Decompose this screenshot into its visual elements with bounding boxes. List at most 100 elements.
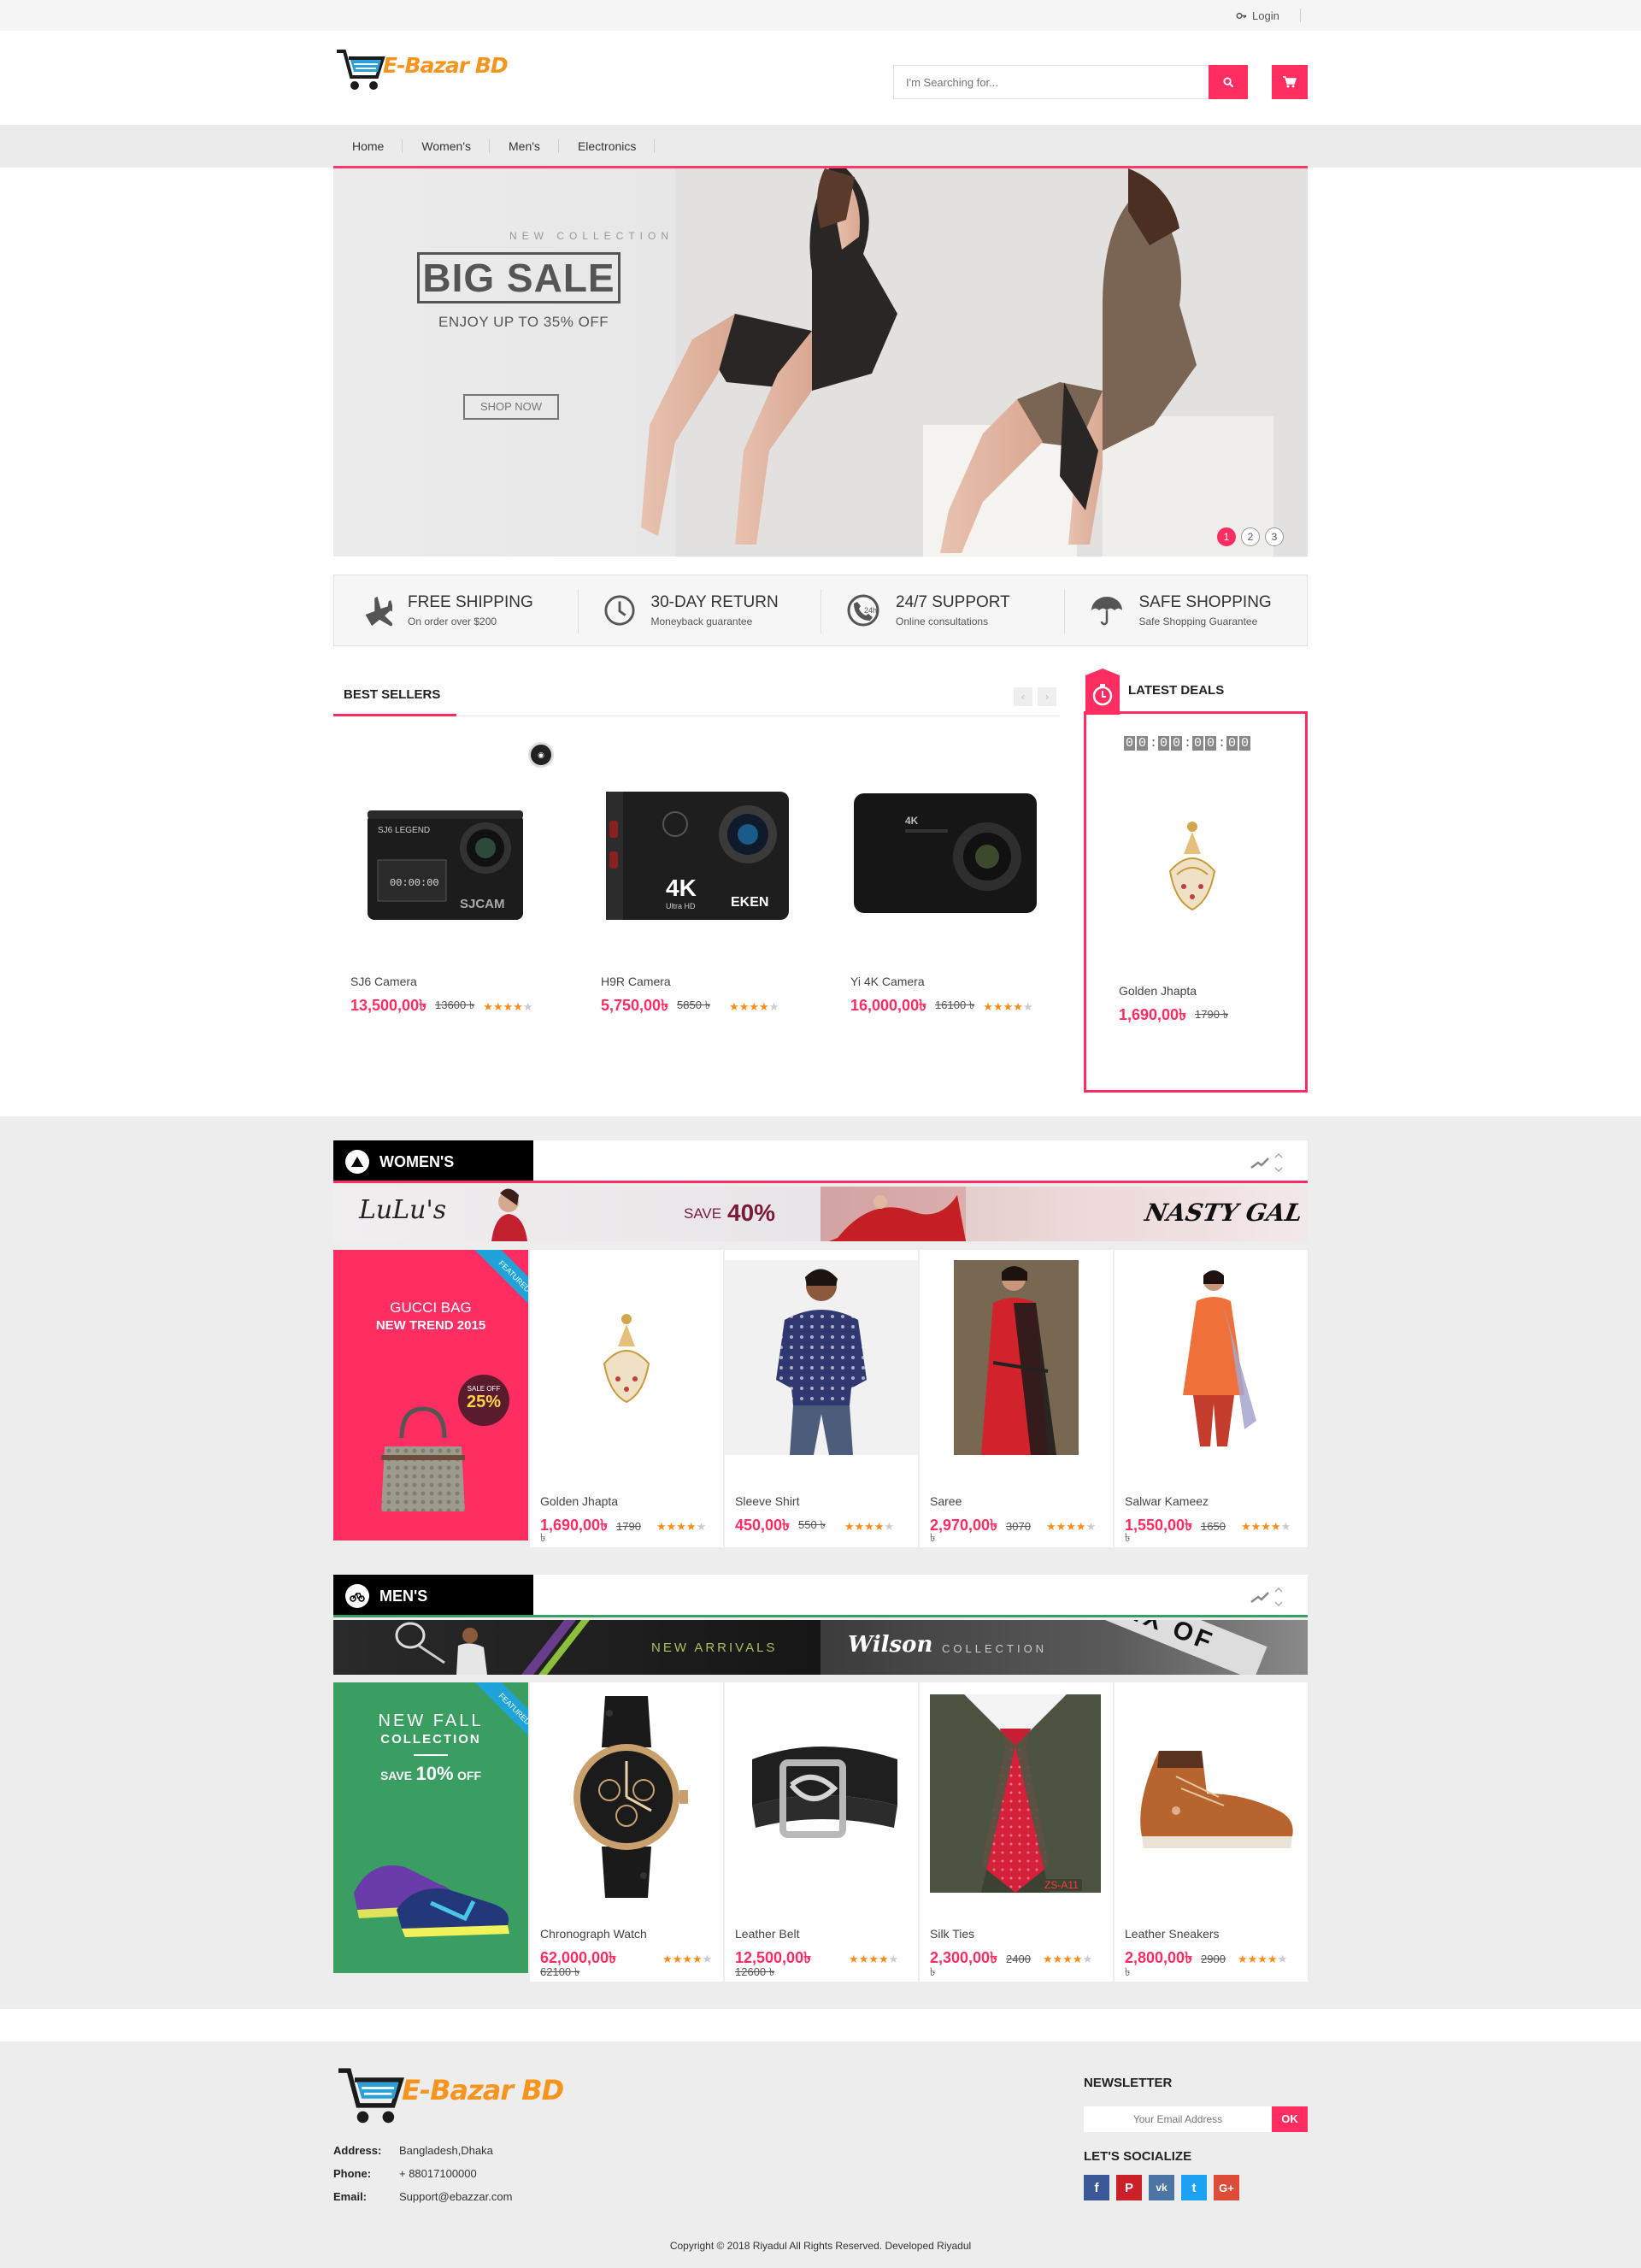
mens-tab[interactable]: MEN'S	[333, 1575, 533, 1617]
product-name[interactable]: Sleeve Shirt	[735, 1494, 799, 1508]
product-name[interactable]: Golden Jhapta	[540, 1494, 618, 1508]
product-name[interactable]: Silk Ties	[930, 1927, 974, 1941]
feature-sub: Safe Shopping Guarantee	[1138, 616, 1258, 627]
site-footer: E-Bazar BD Address: Bangladesh,Dhaka Pho…	[0, 2041, 1641, 2268]
footer-brand-name: E-Bazar BD	[402, 2074, 564, 2106]
site-logo[interactable]: E-Bazar BD	[335, 46, 509, 94]
pinterest-icon[interactable]: P	[1116, 2175, 1142, 2200]
product-price: 1,690,00৳	[1119, 1006, 1187, 1023]
nav-item-womens[interactable]: Women's	[403, 125, 490, 168]
shop-now-button[interactable]: SHOP NOW	[463, 394, 559, 420]
womens-banner[interactable]: LuLu's SAVE 40% NASTY GAL	[333, 1187, 1308, 1241]
newsletter-title: NEWSLETTER	[1084, 2076, 1173, 2090]
next-arrow-button[interactable]: ›	[1038, 687, 1056, 706]
slider-dot-1[interactable]: 1	[1217, 527, 1236, 546]
badge-icon: ◉	[528, 742, 554, 768]
newsletter-ok-button[interactable]: OK	[1272, 2106, 1308, 2132]
best-sellers-header: BEST SELLERS ‹ ›	[333, 680, 1060, 716]
product-card[interactable]: Leather Sneakers 2,800,00৳ 2900 ★★★★★ ৳	[1115, 1682, 1308, 1982]
nav-item-mens[interactable]: Men's	[490, 125, 559, 168]
feature-support: 24h 24/7 SUPPORT Online consultations	[820, 575, 1064, 645]
rating-stars-icon: ★★★★★	[844, 1519, 895, 1533]
product-card[interactable]: Sleeve Shirt 450,00৳ 550 ৳ ★★★★★	[725, 1250, 918, 1547]
footer-logo[interactable]: E-Bazar BD	[335, 2064, 564, 2129]
product-card[interactable]: Leather Belt 12,500,00৳ ★★★★★ 12600 ৳	[725, 1682, 918, 1982]
svg-text:SJ6 LEGEND: SJ6 LEGEND	[378, 826, 430, 835]
product-name[interactable]: SJ6 Camera	[350, 975, 417, 988]
product-image-chronograph-watch	[573, 1696, 688, 1898]
product-image-saree	[954, 1260, 1079, 1455]
search-button[interactable]	[1209, 65, 1248, 99]
product-name[interactable]: Leather Sneakers	[1125, 1927, 1220, 1941]
product-old-price: 1650	[1201, 1520, 1226, 1533]
product-image-h9r-camera: 4K Ultra HD EKEN	[606, 792, 789, 920]
promo-line-1: GUCCI BAG	[390, 1299, 472, 1316]
banner-new-arrivals: NEW ARRIVALS	[651, 1641, 778, 1655]
rating-stars-icon: ★★★★★	[656, 1519, 707, 1533]
product-name[interactable]: Chronograph Watch	[540, 1927, 647, 1941]
womens-title: WOMEN'S	[379, 1152, 455, 1170]
womens-section-header: WOMEN'S	[333, 1140, 1308, 1183]
product-name[interactable]: Leather Belt	[735, 1927, 800, 1941]
banner-brand-wilson: Wilson	[848, 1632, 933, 1658]
feature-title: 30-DAY RETURN	[650, 593, 779, 611]
nav-item-home[interactable]: Home	[333, 125, 403, 168]
search-input[interactable]	[893, 65, 1209, 99]
vk-icon[interactable]: vk	[1149, 2175, 1174, 2200]
feature-title: SAFE SHOPPING	[1138, 593, 1272, 611]
sort-toggle-icon[interactable]	[1248, 1585, 1285, 1609]
product-name[interactable]: Yi 4K Camera	[850, 975, 925, 988]
banner-stripes	[521, 1620, 590, 1675]
hero-slider: NEW COLLECTION BIG SALE ENJOY UP TO 35% …	[333, 168, 1308, 557]
prev-arrow-button[interactable]: ‹	[1014, 687, 1032, 706]
product-name[interactable]: Golden Jhapta	[1119, 984, 1197, 998]
cart-icon	[1283, 76, 1297, 88]
svg-text:00:00:00: 00:00:00	[390, 877, 439, 889]
email-value[interactable]: Support@ebazzar.com	[399, 2190, 512, 2203]
product-old-price: 5850 ৳	[677, 999, 711, 1011]
cart-logo-icon	[337, 50, 385, 90]
feature-sub: Moneyback guarantee	[650, 616, 753, 627]
product-name[interactable]: H9R Camera	[601, 975, 671, 988]
hero-kicker: NEW COLLECTION	[509, 230, 674, 242]
feature-sub: On order over $200	[408, 616, 497, 627]
banner-brand-right: NASTY GAL	[1143, 1199, 1305, 1227]
product-card[interactable]: 4K Ultra HD EKEN H9R Camera 5,750,00৳ 58…	[592, 735, 815, 1017]
countdown-digit: 0	[1205, 736, 1216, 751]
product-name[interactable]: Saree	[930, 1494, 962, 1508]
product-name[interactable]: Salwar Kameez	[1125, 1494, 1209, 1508]
product-card[interactable]: ◉ SJ6 LEGEND 00:00:00 SJCAM SJ6 Camera 1…	[342, 735, 564, 1017]
nav-item-electronics[interactable]: Electronics	[559, 125, 656, 168]
facebook-icon[interactable]: f	[1084, 2175, 1109, 2200]
product-card[interactable]: Chronograph Watch 62,000,00৳ ★★★★★ 62100…	[530, 1682, 723, 1982]
product-card[interactable]: 4K Yi 4K Camera 16,000,00৳ 16100 ৳ ★★★★★	[842, 735, 1064, 1017]
promo-save: SAVE	[379, 1769, 413, 1782]
cart-button[interactable]	[1272, 65, 1308, 99]
top-bar: Login	[0, 0, 1641, 31]
newsletter-email-input[interactable]	[1084, 2106, 1272, 2132]
womens-tab[interactable]: WOMEN'S	[333, 1140, 533, 1183]
key-icon	[1236, 12, 1247, 19]
slider-dot-2[interactable]: 2	[1241, 527, 1260, 546]
sort-toggle-icon[interactable]	[1248, 1151, 1285, 1175]
product-card[interactable]: ZS-A11 Silk Ties 2,300,00৳ 2400 ★★★★★ ৳	[920, 1682, 1113, 1982]
site-header: E-Bazar BD	[0, 31, 1641, 125]
product-card[interactable]: Golden Jhapta 1,690,00৳ 1790 ★★★★★ ৳	[530, 1250, 723, 1547]
countdown-digit: 0	[1226, 736, 1238, 751]
mens-banner[interactable]: NEW ARRIVALS Wilson COLLECTION SIX OF	[333, 1620, 1308, 1675]
womens-promo-card[interactable]: GUCCI BAG NEW TREND 2015 SALE OFF 25% FE…	[333, 1250, 528, 1540]
product-image-salwar-kameez	[1183, 1270, 1256, 1446]
login-link[interactable]: Login	[1236, 9, 1301, 22]
slider-dot-3[interactable]: 3	[1265, 527, 1284, 546]
mens-promo-card[interactable]: NEW FALL COLLECTION SAVE 10% OFF FEATURE…	[333, 1682, 528, 1973]
banner-tennis-image	[395, 1622, 487, 1675]
promo-line-2: NEW TREND 2015	[375, 1318, 486, 1333]
product-card[interactable]: Saree 2,970,00৳ 3070 ★★★★★ ৳	[920, 1250, 1113, 1547]
brand-name: E-Bazar BD	[383, 52, 509, 78]
product-old-price: 1790 ৳	[1195, 1008, 1229, 1021]
twitter-icon[interactable]: t	[1181, 2175, 1207, 2200]
google-plus-icon[interactable]: G+	[1214, 2175, 1239, 2200]
product-card[interactable]: Salwar Kameez 1,550,00৳ 1650 ★★★★★ ৳	[1115, 1250, 1308, 1547]
product-image-golden-jhapta	[603, 1313, 650, 1403]
product-old-price: 2900	[1201, 1953, 1226, 1965]
